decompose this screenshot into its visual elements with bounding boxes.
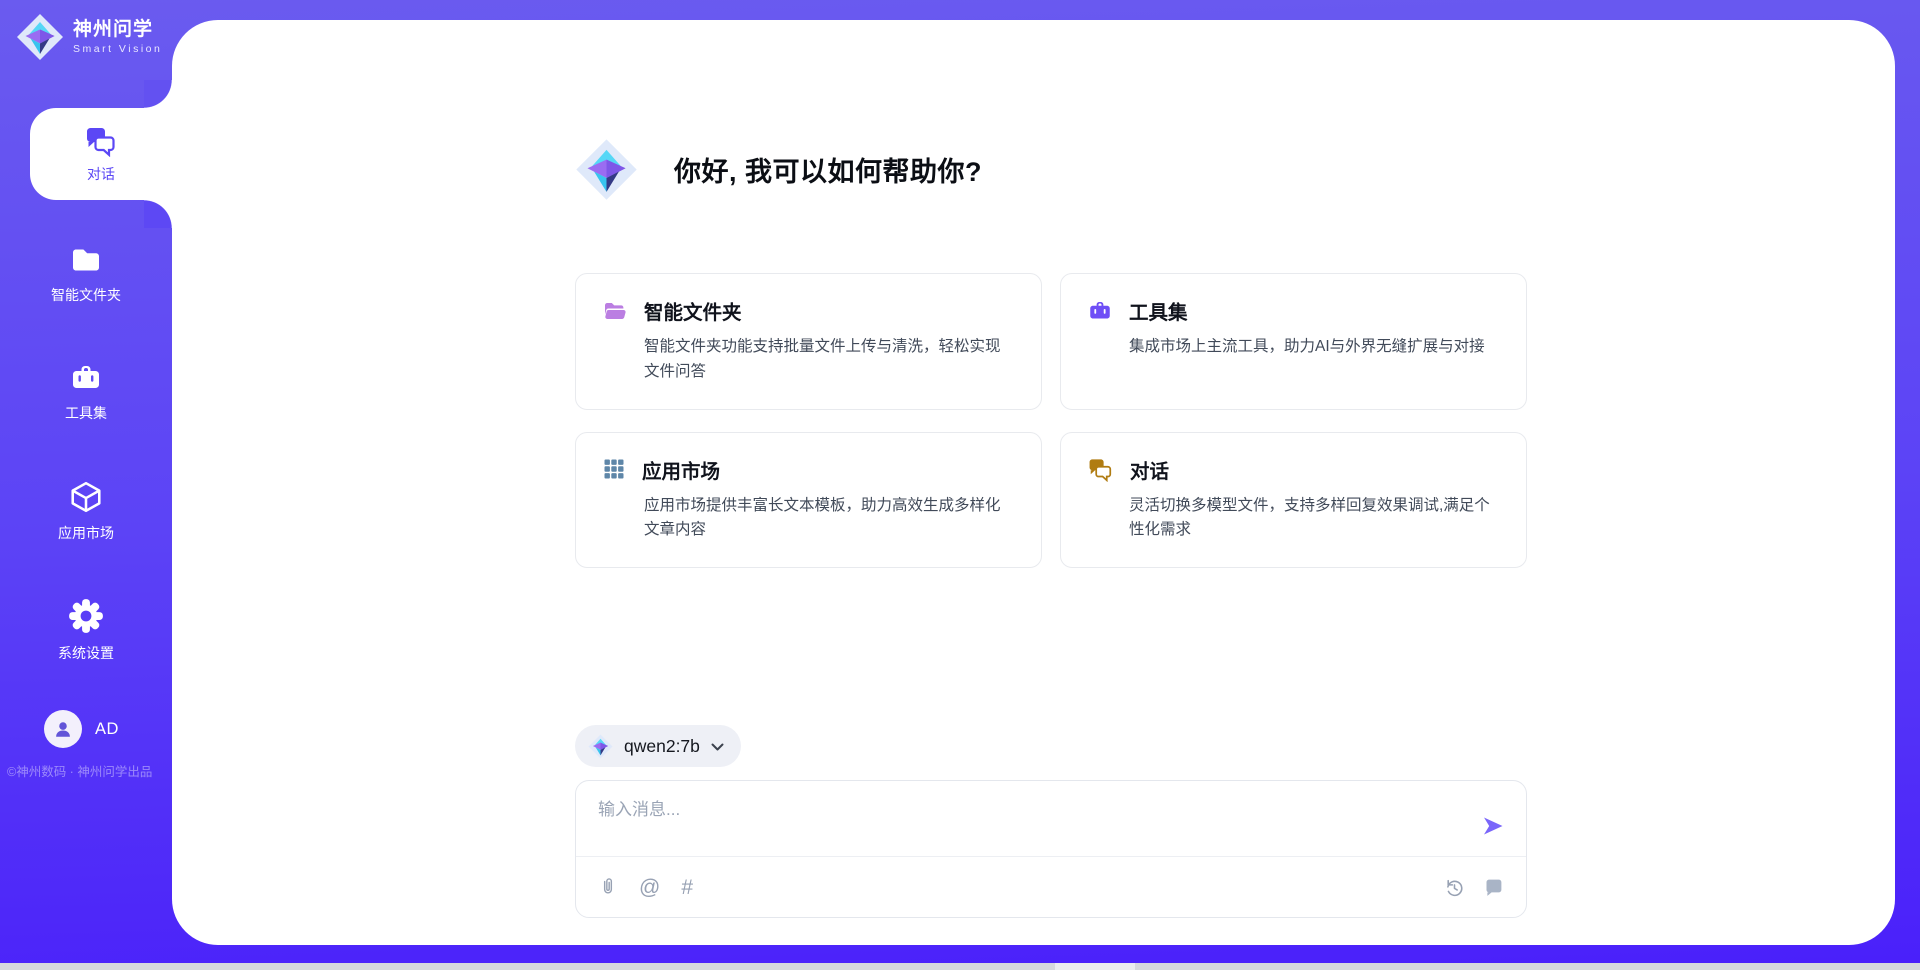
card-title: 智能文件夹 xyxy=(644,296,742,325)
card-smart-folder[interactable]: 智能文件夹 智能文件夹功能支持批量文件上传与清洗，轻松实现文件问答 xyxy=(575,273,1042,410)
feature-cards: 智能文件夹 智能文件夹功能支持批量文件上传与清洗，轻松实现文件问答 工具集 集成… xyxy=(575,273,1527,568)
main-panel: 你好, 我可以如何帮助你? 智能文件夹 智能文件夹功能支持批量文件上传与清洗，轻… xyxy=(172,20,1895,945)
sidebar-item-label: 应用市场 xyxy=(58,523,114,543)
hash-icon[interactable]: # xyxy=(681,877,693,898)
send-button[interactable] xyxy=(1478,812,1508,843)
app-window: 神州问学 Smart Vision 对话 智能文件夹 工具集 xyxy=(0,0,1920,963)
gem-logo-icon xyxy=(16,13,64,61)
chat-icon xyxy=(84,125,118,157)
sidebar-item-settings[interactable]: 系统设置 xyxy=(0,598,172,663)
history-button[interactable] xyxy=(1444,877,1465,898)
sidebar-item-label: 智能文件夹 xyxy=(51,285,121,305)
folder-open-icon xyxy=(602,299,628,323)
greeting-block: 你好, 我可以如何帮助你? xyxy=(575,138,1527,201)
sidebar-item-label: 系统设置 xyxy=(58,643,114,663)
card-description: 集成市场上主流工具，助力AI与外界无缝扩展与对接 xyxy=(1129,335,1500,360)
card-description: 应用市场提供丰富长文本模板，助力高效生成多样化文章内容 xyxy=(644,494,1015,544)
chat-icon xyxy=(1087,457,1114,482)
send-icon xyxy=(1480,814,1506,838)
user-profile[interactable]: AD xyxy=(44,710,119,748)
card-title: 工具集 xyxy=(1129,296,1188,325)
greeting-text: 你好, 我可以如何帮助你? xyxy=(674,150,982,189)
paperclip-icon xyxy=(598,876,618,898)
gem-logo-icon xyxy=(588,734,613,759)
briefcase-icon xyxy=(69,362,103,394)
scrollbar-thumb[interactable] xyxy=(1055,963,1135,970)
sidebar-item-smart-folder[interactable]: 智能文件夹 xyxy=(0,244,172,305)
toolbox-icon xyxy=(1087,299,1113,323)
copyright-footer: ©神州数码 · 神州问学出品 xyxy=(7,761,171,780)
history-icon xyxy=(1444,877,1465,898)
card-title: 应用市场 xyxy=(642,455,720,484)
message-composer: @ # xyxy=(575,780,1527,918)
brand-subtitle: Smart Vision xyxy=(73,43,162,55)
composer-toolbar: @ # xyxy=(576,856,1526,917)
card-app-market[interactable]: 应用市场 应用市场提供丰富长文本模板，助力高效生成多样化文章内容 xyxy=(575,432,1042,569)
at-icon[interactable]: @ xyxy=(639,877,660,898)
sidebar-item-toolset[interactable]: 工具集 xyxy=(0,362,172,423)
message-input[interactable] xyxy=(598,795,1378,845)
brand-name: 神州问学 xyxy=(73,19,162,41)
card-toolset[interactable]: 工具集 集成市场上主流工具，助力AI与外界无缝扩展与对接 xyxy=(1060,273,1527,410)
sidebar-item-app-market[interactable]: 应用市场 xyxy=(0,480,172,543)
attach-file-button[interactable] xyxy=(598,876,618,898)
quick-chat-button[interactable] xyxy=(1483,877,1504,898)
cube-icon xyxy=(68,480,104,514)
grid-icon xyxy=(602,457,626,481)
card-chat[interactable]: 对话 灵活切换多模型文件，支持多样回复效果调试,满足个性化需求 xyxy=(1060,432,1527,569)
brand-logo: 神州问学 Smart Vision xyxy=(16,13,162,61)
model-selector[interactable]: qwen2:7b xyxy=(575,725,741,767)
sidebar-item-chat[interactable]: 对话 xyxy=(30,108,172,200)
chevron-down-icon xyxy=(711,743,724,751)
gear-icon xyxy=(68,598,104,634)
card-title: 对话 xyxy=(1130,455,1169,484)
sidebar-item-label: 工具集 xyxy=(65,403,107,423)
model-name: qwen2:7b xyxy=(624,736,700,757)
sidebar: 神州问学 Smart Vision 对话 智能文件夹 工具集 xyxy=(0,0,172,963)
folder-icon xyxy=(69,244,103,276)
horizontal-scrollbar[interactable] xyxy=(0,963,1920,970)
gem-logo-icon xyxy=(575,138,638,201)
user-avatar-icon xyxy=(52,718,74,740)
card-description: 智能文件夹功能支持批量文件上传与清洗，轻松实现文件问答 xyxy=(644,335,1015,385)
avatar xyxy=(44,710,82,748)
chat-bubble-icon xyxy=(1483,877,1504,898)
card-description: 灵活切换多模型文件，支持多样回复效果调试,满足个性化需求 xyxy=(1129,494,1500,544)
user-initials: AD xyxy=(95,720,119,739)
sidebar-item-label: 对话 xyxy=(87,164,115,184)
main-content: 你好, 我可以如何帮助你? 智能文件夹 智能文件夹功能支持批量文件上传与清洗，轻… xyxy=(575,20,1527,918)
